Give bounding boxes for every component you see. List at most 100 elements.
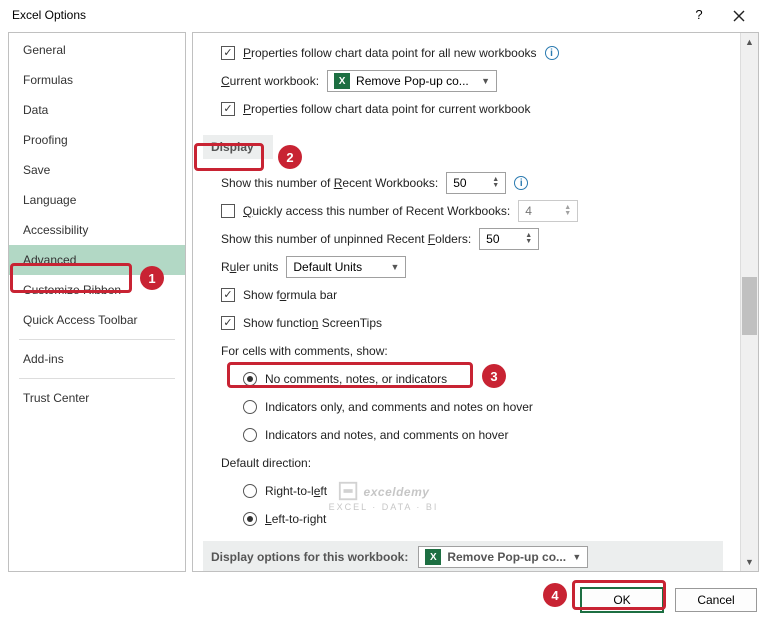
sidebar-item-label: Data bbox=[23, 103, 48, 117]
input-recent-folders[interactable]: 50 ▲▼ bbox=[479, 228, 539, 250]
row-recent-folders: Show this number of unpinned Recent Fold… bbox=[221, 227, 736, 251]
sidebar-item-label: Formulas bbox=[23, 73, 73, 87]
button-label: OK bbox=[613, 593, 630, 607]
info-icon[interactable]: i bbox=[514, 176, 528, 190]
sidebar-item-label: General bbox=[23, 43, 66, 57]
checkbox-formula-bar[interactable] bbox=[221, 288, 235, 302]
sidebar-item-formulas[interactable]: Formulas bbox=[9, 65, 185, 95]
excel-icon: X bbox=[334, 73, 350, 89]
scroll-down-icon[interactable]: ▼ bbox=[741, 553, 758, 571]
label-ruler: Ruler units bbox=[221, 260, 278, 274]
checkbox-prop-current[interactable] bbox=[221, 102, 235, 116]
label-current-workbook: Current workbook: bbox=[221, 74, 319, 88]
info-icon[interactable]: i bbox=[545, 46, 559, 60]
row-prop-current: Properties follow chart data point for c… bbox=[221, 97, 736, 121]
dialog-body: General Formulas Data Proofing Save Lang… bbox=[0, 30, 767, 572]
row-direction-label: Default direction: bbox=[221, 451, 736, 475]
label-rtl: Right-to-left bbox=[265, 484, 327, 498]
sidebar-item-label: Trust Center bbox=[23, 391, 89, 405]
checkbox-prop-all[interactable] bbox=[221, 46, 235, 60]
dropdown-ruler-units[interactable]: Default Units ▼ bbox=[286, 256, 406, 278]
chevron-down-icon: ▼ bbox=[481, 76, 490, 86]
row-screentips: Show function ScreenTips bbox=[221, 311, 736, 335]
sidebar-item-label: Quick Access Toolbar bbox=[23, 313, 138, 327]
row-quick-access: Quickly access this number of Recent Wor… bbox=[221, 199, 736, 223]
chevron-down-icon: ▼ bbox=[572, 552, 581, 562]
label-direction: Default direction: bbox=[221, 456, 311, 470]
spinner-icon[interactable]: ▲▼ bbox=[525, 233, 532, 245]
callout-number-4: 4 bbox=[543, 583, 567, 607]
category-sidebar: General Formulas Data Proofing Save Lang… bbox=[8, 32, 186, 572]
options-content: Properties follow chart data point for a… bbox=[192, 32, 759, 572]
checkbox-screentips[interactable] bbox=[221, 316, 235, 330]
title-bar: Excel Options ? bbox=[0, 0, 767, 30]
section-header-display-workbook: Display options for this workbook: X Rem… bbox=[203, 541, 723, 572]
label-prop-all: Properties follow chart data point for a… bbox=[243, 46, 537, 60]
section-header-display: Display bbox=[203, 135, 273, 159]
radio-rtl[interactable] bbox=[243, 484, 257, 498]
input-quick-access: 4▲▼ bbox=[518, 200, 578, 222]
label-comment-opt2: Indicators only, and comments and notes … bbox=[265, 400, 533, 414]
label-ltr: Left-to-right bbox=[265, 512, 326, 526]
ok-button[interactable]: OK bbox=[581, 588, 663, 612]
sidebar-divider bbox=[19, 339, 175, 340]
excel-icon: X bbox=[425, 549, 441, 565]
sidebar-item-save[interactable]: Save bbox=[9, 155, 185, 185]
label-comments: For cells with comments, show: bbox=[221, 344, 388, 358]
label-recent-folders: Show this number of unpinned Recent Fold… bbox=[221, 232, 471, 246]
row-formula-bar: Show formula bar bbox=[221, 283, 736, 307]
input-value: 4 bbox=[525, 204, 532, 218]
sidebar-item-label: Advanced bbox=[23, 253, 76, 267]
dropdown-text: Remove Pop-up co... bbox=[356, 74, 475, 88]
close-button[interactable] bbox=[719, 0, 759, 30]
dropdown-text: Remove Pop-up co... bbox=[447, 550, 566, 564]
sidebar-item-proofing[interactable]: Proofing bbox=[9, 125, 185, 155]
row-comment-opt2: Indicators only, and comments and notes … bbox=[243, 395, 736, 419]
row-comment-opt3: Indicators and notes, and comments on ho… bbox=[243, 423, 736, 447]
radio-ltr[interactable] bbox=[243, 512, 257, 526]
sidebar-item-label: Accessibility bbox=[23, 223, 88, 237]
radio-no-comments[interactable] bbox=[243, 372, 257, 386]
checkbox-quick-access[interactable] bbox=[221, 204, 235, 218]
radio-indicators-notes[interactable] bbox=[243, 428, 257, 442]
sidebar-item-language[interactable]: Language bbox=[9, 185, 185, 215]
spinner-icon[interactable]: ▲▼ bbox=[492, 177, 499, 189]
button-label: Cancel bbox=[697, 593, 734, 607]
sidebar-item-data[interactable]: Data bbox=[9, 95, 185, 125]
dropdown-text: Default Units bbox=[293, 260, 384, 274]
label-prop-current: Properties follow chart data point for c… bbox=[243, 102, 530, 116]
cancel-button[interactable]: Cancel bbox=[675, 588, 757, 612]
sidebar-item-label: Add-ins bbox=[23, 352, 64, 366]
row-comments-label: For cells with comments, show: bbox=[221, 339, 736, 363]
input-value: 50 bbox=[486, 232, 499, 246]
sidebar-item-label: Customize Ribbon bbox=[23, 283, 121, 297]
scroll-up-icon[interactable]: ▲ bbox=[741, 33, 758, 51]
sidebar-item-addins[interactable]: Add-ins bbox=[9, 344, 185, 374]
close-icon bbox=[733, 10, 745, 22]
help-button[interactable]: ? bbox=[679, 0, 719, 30]
sidebar-item-quick-access-toolbar[interactable]: Quick Access Toolbar bbox=[9, 305, 185, 335]
dialog-footer: OK Cancel bbox=[581, 588, 757, 612]
label-recent-wb: Show this number of Recent Workbooks: bbox=[221, 176, 438, 190]
dropdown-display-workbook[interactable]: X Remove Pop-up co... ▼ bbox=[418, 546, 588, 568]
input-value: 50 bbox=[453, 176, 466, 190]
vertical-scrollbar[interactable]: ▲ ▼ bbox=[740, 33, 758, 571]
radio-indicators-only[interactable] bbox=[243, 400, 257, 414]
section-header-label: Display options for this workbook: bbox=[211, 550, 408, 564]
sidebar-divider bbox=[19, 378, 175, 379]
label-comment-opt1: No comments, notes, or indicators bbox=[265, 372, 447, 386]
input-recent-wb[interactable]: 50 ▲▼ bbox=[446, 172, 506, 194]
sidebar-item-general[interactable]: General bbox=[9, 35, 185, 65]
dialog-title: Excel Options bbox=[8, 8, 679, 22]
row-ruler-units: Ruler units Default Units ▼ bbox=[221, 255, 736, 279]
sidebar-item-label: Proofing bbox=[23, 133, 68, 147]
chevron-down-icon: ▼ bbox=[390, 262, 399, 272]
sidebar-item-accessibility[interactable]: Accessibility bbox=[9, 215, 185, 245]
scroll-thumb[interactable] bbox=[742, 277, 757, 335]
sidebar-item-trust-center[interactable]: Trust Center bbox=[9, 383, 185, 413]
section-header-label: Display bbox=[211, 140, 254, 154]
dropdown-current-workbook[interactable]: X Remove Pop-up co... ▼ bbox=[327, 70, 497, 92]
label-formula-bar: Show formula bar bbox=[243, 288, 337, 302]
row-recent-workbooks: Show this number of Recent Workbooks: 50… bbox=[221, 171, 736, 195]
callout-number-3: 3 bbox=[482, 364, 506, 388]
